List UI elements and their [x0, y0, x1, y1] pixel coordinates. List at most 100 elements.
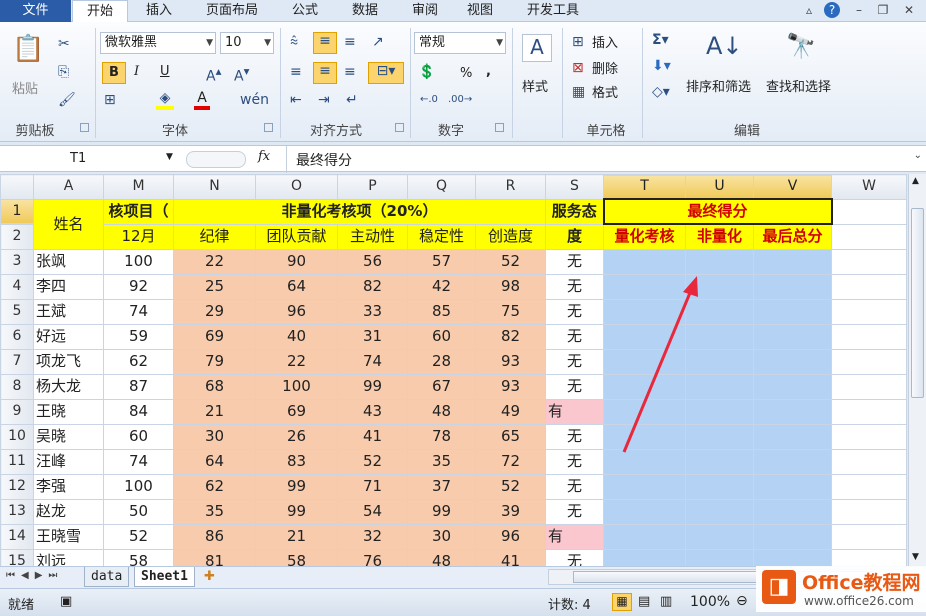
sheet-tab-sheet1[interactable]: Sheet1	[134, 567, 195, 587]
cell[interactable]: 李四	[33, 273, 104, 300]
tab-formulas[interactable]: 公式	[280, 0, 330, 22]
percent-button[interactable]: %	[460, 66, 472, 81]
cell[interactable]: 最后总分	[753, 223, 832, 250]
cell-selected[interactable]	[753, 448, 832, 475]
cell-selected[interactable]	[685, 423, 754, 450]
cell[interactable]: 李强	[33, 473, 104, 500]
tab-data[interactable]: 数据	[340, 0, 390, 22]
cell[interactable]: 40	[255, 323, 338, 350]
cell-selected[interactable]	[753, 473, 832, 500]
formula-input[interactable]: 最终得分	[296, 150, 352, 170]
row-header[interactable]: 4	[0, 273, 34, 300]
decrease-decimal-icon[interactable]: .00→	[448, 94, 472, 105]
column-header[interactable]: R	[475, 174, 546, 200]
cell-selected[interactable]	[685, 473, 754, 500]
cell[interactable]: 69	[255, 398, 338, 425]
cell[interactable]: 56	[337, 248, 408, 275]
cell[interactable]: 90	[255, 248, 338, 275]
cell[interactable]: 99	[255, 473, 338, 500]
cell[interactable]: 74	[337, 348, 408, 375]
cell[interactable]: 69	[173, 323, 256, 350]
format-cells-button[interactable]: 格式	[592, 82, 618, 101]
clear-icon[interactable]: ◇▾	[652, 84, 670, 100]
window-close-icon[interactable]: ✕	[900, 2, 918, 18]
cell[interactable]: 78	[407, 423, 476, 450]
row-header[interactable]: 2	[0, 223, 34, 250]
cell[interactable]: 30	[173, 423, 256, 450]
cell[interactable]: 100	[103, 473, 174, 500]
cell[interactable]: 无	[545, 423, 604, 450]
row-header[interactable]: 3	[0, 248, 34, 275]
cell-selected[interactable]	[685, 323, 754, 350]
cell[interactable]: 98	[475, 273, 546, 300]
alignment-launcher-icon[interactable]	[395, 123, 404, 132]
chevron-down-icon[interactable]: ▼	[166, 152, 173, 162]
cell-selected[interactable]	[685, 498, 754, 525]
cell[interactable]: 服务态	[545, 198, 604, 225]
autosum-icon[interactable]: Σ▾	[652, 32, 669, 48]
cell[interactable]: 82	[337, 273, 408, 300]
cell[interactable]: 25	[173, 273, 256, 300]
cell[interactable]: 主动性	[337, 223, 408, 250]
cell[interactable]: 吴晓	[33, 423, 104, 450]
cell[interactable]: 度	[545, 223, 604, 250]
cell[interactable]: 85	[407, 298, 476, 325]
shrink-font-icon[interactable]: A▾	[234, 64, 249, 85]
sheet-tab-data[interactable]: data	[84, 567, 130, 587]
cell[interactable]: 稳定性	[407, 223, 476, 250]
cell[interactable]: 74	[103, 298, 174, 325]
styles-icon[interactable]: A	[522, 34, 552, 62]
cell[interactable]: 12月	[103, 223, 174, 250]
scroll-thumb[interactable]	[911, 208, 924, 398]
normal-view-icon[interactable]: ▦	[612, 593, 632, 611]
formula-divider-handle[interactable]	[186, 151, 246, 168]
increase-decimal-icon[interactable]: ←.0	[420, 94, 438, 105]
row-header[interactable]: 1	[0, 198, 34, 225]
expand-formula-icon[interactable]: ⌄	[914, 150, 922, 161]
cell[interactable]: 72	[475, 448, 546, 475]
insert-cells-icon[interactable]: ⊞	[572, 34, 584, 50]
help-icon[interactable]: ?	[824, 2, 840, 18]
cell[interactable]: 100	[103, 248, 174, 275]
ribbon-minimize-icon[interactable]: ▵	[800, 2, 818, 18]
cell[interactable]: 71	[337, 473, 408, 500]
grow-font-icon[interactable]: A▴	[206, 64, 221, 85]
cell[interactable]	[831, 223, 907, 250]
cell[interactable]: 无	[545, 248, 604, 275]
clipboard-launcher-icon[interactable]	[80, 123, 89, 132]
cell[interactable]: 41	[337, 423, 408, 450]
cell[interactable]: 92	[103, 273, 174, 300]
column-header[interactable]: A	[33, 174, 104, 200]
align-center-icon[interactable]: ≡	[313, 62, 337, 84]
cell[interactable]: 无	[545, 498, 604, 525]
cell-selected[interactable]	[603, 448, 686, 475]
row-header[interactable]: 12	[0, 473, 34, 500]
column-header[interactable]: S	[545, 174, 604, 200]
copy-icon[interactable]: ⎘	[58, 64, 69, 80]
cell[interactable]: 65	[475, 423, 546, 450]
cell[interactable]: 84	[103, 398, 174, 425]
cell[interactable]: 79	[173, 348, 256, 375]
italic-button[interactable]: I	[134, 64, 139, 79]
sort-filter-button[interactable]: 排序和筛选	[686, 76, 751, 95]
delete-cells-icon[interactable]: ⊠	[572, 60, 584, 76]
row-header[interactable]: 10	[0, 423, 34, 450]
cell[interactable]: 无	[545, 298, 604, 325]
cell-selected[interactable]	[603, 323, 686, 350]
cell[interactable]: 100	[255, 373, 338, 400]
cell[interactable]: 37	[407, 473, 476, 500]
merge-center-icon[interactable]: ⊟▾	[368, 62, 404, 84]
sheet-nav-icons[interactable]: ⏮◀▶⏭	[6, 570, 63, 581]
cell[interactable]: 64	[173, 448, 256, 475]
row-header[interactable]: 6	[0, 323, 34, 350]
align-top-icon[interactable]: ⩯	[290, 34, 298, 50]
cell-selected[interactable]	[603, 423, 686, 450]
align-bottom-icon[interactable]: ≡	[344, 34, 356, 50]
cell[interactable]	[831, 298, 907, 325]
paste-button[interactable]: 粘贴	[12, 78, 38, 97]
cell[interactable]: 67	[407, 373, 476, 400]
increase-indent-icon[interactable]: ⇥	[318, 92, 330, 108]
font-size-combo[interactable]: 10 ▼	[220, 32, 274, 54]
file-tab[interactable]: 文件	[0, 0, 71, 22]
row-header[interactable]: 14	[0, 523, 34, 550]
